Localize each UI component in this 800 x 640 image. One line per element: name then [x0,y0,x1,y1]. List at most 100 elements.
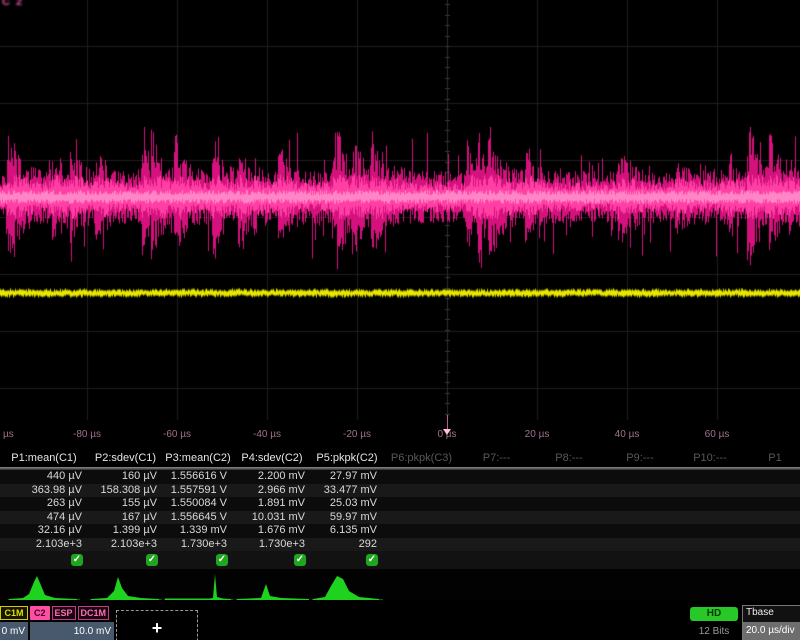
hd-mode-badge[interactable]: HD [690,607,738,621]
measure-value-cell [605,497,675,511]
measure-value-cell [383,511,460,525]
measure-histicon-cell [745,569,800,601]
measure-value-cell: 10.031 mV [233,511,311,525]
time-axis: -100 µs-80 µs-60 µs-40 µs-20 µs0 µs20 µs… [0,429,800,445]
measure-status-cell [383,551,460,569]
histogram-icon[interactable] [235,571,309,601]
measure-value-cell [675,484,745,498]
measure-value-cell: 2.200 mV [233,470,311,484]
measure-status-cell: ✓ [311,551,383,569]
trigger-marker-icon[interactable] [443,429,451,435]
measure-header-p9[interactable]: P9:--- [605,450,675,467]
histogram-icon[interactable] [311,571,383,601]
table-row: ✓ ✓ ✓ ✓ ✓ [0,551,800,569]
measure-value-cell [675,511,745,525]
hd-bits-label: 12 Bits [690,626,738,637]
timebase-descriptor[interactable]: Tbase 20.0 µs/div [742,605,800,640]
measure-value-cell: 27.97 mV [311,470,383,484]
measure-header-p5[interactable]: P5:pkpk(C2) [311,450,383,467]
measure-value-cell: 1.730e+3 [163,538,233,552]
status-ok-icon: ✓ [366,554,378,566]
measure-header-p1[interactable]: P1:mean(C1) [0,450,88,467]
measure-histicon-cell[interactable] [88,569,163,601]
measure-value-cell: 32.16 µV [0,524,88,538]
measure-value-cell [675,524,745,538]
time-tick-label: -100 µs [0,429,14,440]
measure-value-cell: 1.557591 V [163,484,233,498]
measure-value-cell: 167 µV [88,511,163,525]
measure-value-cell: 474 µV [0,511,88,525]
measure-value-cell [605,484,675,498]
add-trace-button[interactable]: + [116,610,198,640]
time-tick-label: 60 µs [705,429,730,440]
measure-value-cell [460,538,533,552]
measure-value-cell: 160 µV [88,470,163,484]
measure-histicon-cell[interactable] [0,569,88,601]
time-tick-label: -60 µs [163,429,191,440]
measure-status-cell [745,551,800,569]
channel-c1-descriptor[interactable]: C1M 0 mV [0,606,28,640]
measure-status-cell [675,551,745,569]
histogram-icon[interactable] [163,571,233,601]
channel-c2-header: C2 ESPDC1M [30,606,114,620]
time-tick-label: 20 µs [525,429,550,440]
measure-header-p2[interactable]: P2:sdev(C1) [88,450,163,467]
measure-histicon-cell[interactable] [233,569,311,601]
measure-value-cell: 25.03 mV [311,497,383,511]
measure-value-cell: 1.556645 V [163,511,233,525]
measure-value-cell [675,538,745,552]
measure-value-cell [383,470,460,484]
histogram-icon[interactable] [7,571,81,601]
table-row: 474 µV167 µV1.556645 V10.031 mV59.97 mV [0,511,800,525]
time-tick-label: -40 µs [253,429,281,440]
measure-histicon-cell[interactable] [163,569,233,601]
measure-status-cell: ✓ [88,551,163,569]
measure-value-cell [605,524,675,538]
channel-c1-vdiv: 0 mV [0,622,28,640]
channel-c1-label[interactable]: C1M [0,606,28,620]
table-row: 263 µV155 µV1.550084 V1.891 mV25.03 mV [0,497,800,511]
measure-table: P1:mean(C1)P2:sdev(C1)P3:mean(C2)P4:sdev… [0,450,800,601]
measure-header-p8[interactable]: P8:--- [533,450,605,467]
channel-c2-vdiv: 10.0 mV [30,622,114,640]
status-ok-icon: ✓ [216,554,228,566]
measure-value-cell [383,538,460,552]
measure-value-cell [383,524,460,538]
measure-value-cell: 1.550084 V [163,497,233,511]
measure-value-cell: 158.308 µV [88,484,163,498]
table-row: 363.98 µV158.308 µV1.557591 V2.966 mV33.… [0,484,800,498]
measure-value-cell [675,497,745,511]
table-row [0,569,800,601]
measure-histicon-cell [605,569,675,601]
measure-histicon-cell [460,569,533,601]
measure-histicon-cell [675,569,745,601]
measure-histicon-cell[interactable] [311,569,383,601]
measure-header-p7[interactable]: P7:--- [460,450,533,467]
measure-status-cell [605,551,675,569]
measure-status-cell: ✓ [233,551,311,569]
measure-value-cell: 1.399 µV [88,524,163,538]
measure-value-cell: 2.103e+3 [0,538,88,552]
coupling-badge[interactable]: ESP [52,606,76,620]
measure-histicon-cell [533,569,605,601]
waveform-display[interactable] [0,0,800,420]
timebase-label: Tbase [743,606,800,622]
channel-c2-label[interactable]: C2 [30,606,50,620]
measure-header-p10[interactable]: P10:--- [675,450,745,467]
channel-c2-descriptor[interactable]: C2 ESPDC1M 10.0 mV [30,606,114,640]
measure-value-cell: 2.103e+3 [88,538,163,552]
measure-header-p11[interactable]: P1 [745,450,800,467]
measure-header-p4[interactable]: P4:sdev(C2) [233,450,311,467]
time-tick-label: -80 µs [73,429,101,440]
status-ok-icon: ✓ [71,554,83,566]
histogram-icon[interactable] [89,571,163,601]
measure-value-cell [533,538,605,552]
measure-value-cell [533,484,605,498]
measure-header-p3[interactable]: P3:mean(C2) [163,450,233,467]
coupling-badge[interactable]: DC1M [78,606,110,620]
measure-header-p6[interactable]: P6:pkpk(C3) [383,450,460,467]
measure-value-cell [745,484,800,498]
measure-histicon-cell [383,569,460,601]
measure-value-cell: 363.98 µV [0,484,88,498]
measure-value-cell [533,497,605,511]
